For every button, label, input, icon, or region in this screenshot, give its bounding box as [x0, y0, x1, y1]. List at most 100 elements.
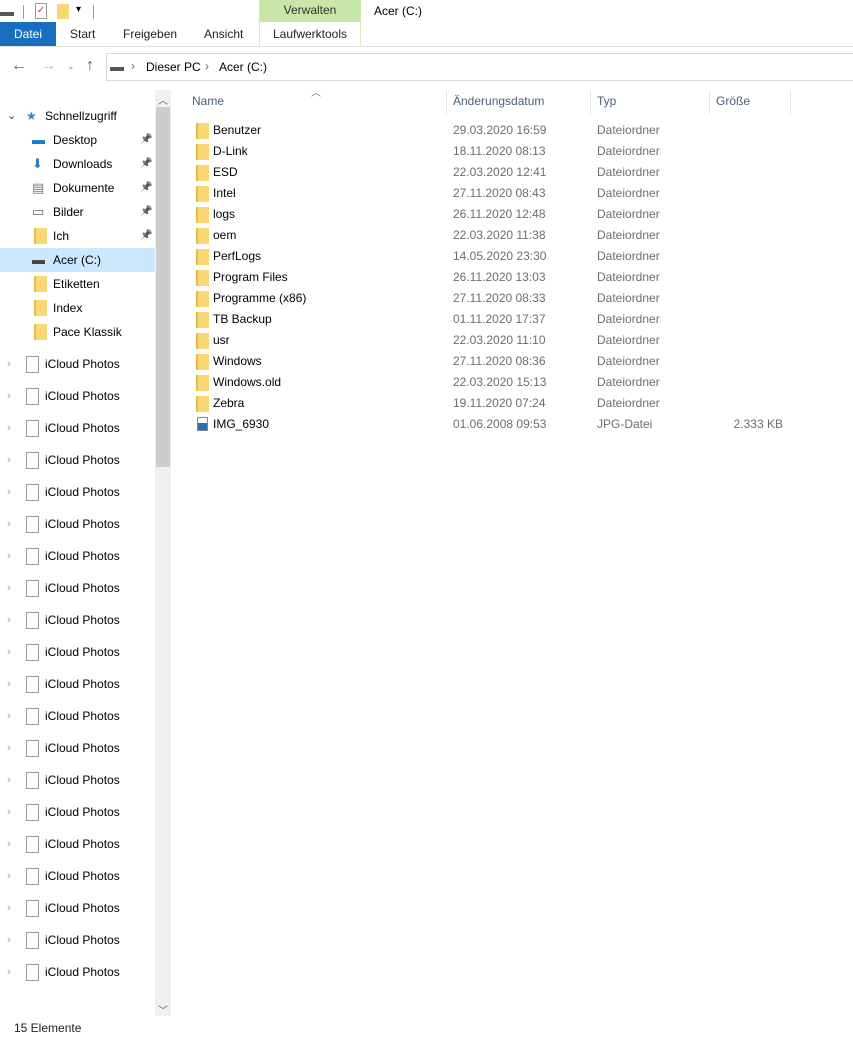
table-row[interactable]: Intel 27.11.2020 08:43 Dateiordner	[190, 183, 790, 204]
pin-icon[interactable]: 📌	[140, 200, 152, 224]
sidebar-item-icloud-photos[interactable]: › iCloud Photos	[0, 736, 155, 760]
table-row[interactable]: IMG_6930 01.06.2008 09:53 JPG-Datei 2.333 K…	[190, 414, 790, 435]
expand-chevron-icon[interactable]: ›	[7, 800, 11, 824]
breadcrumb-dieser-pc[interactable]: Dieser PC	[146, 60, 201, 74]
sidebar-item-icloud-photos[interactable]: › iCloud Photos	[0, 384, 155, 408]
tab-start[interactable]: Start	[70, 22, 95, 46]
expand-chevron-icon[interactable]: ›	[7, 672, 11, 696]
pin-icon[interactable]: 📌	[140, 224, 152, 248]
table-row[interactable]: D-Link 18.11.2020 08:13 Dateiordner	[190, 141, 790, 162]
expand-chevron-icon[interactable]: ›	[7, 448, 11, 472]
table-row[interactable]: Program Files 26.11.2020 13:03 Dateiordner	[190, 267, 790, 288]
table-row[interactable]: Benutzer 29.03.2020 16:59 Dateiordner	[190, 120, 790, 141]
sidebar-item-ich[interactable]: Ich 📌	[0, 224, 155, 248]
sidebar-item-icloud-photos[interactable]: › iCloud Photos	[0, 928, 155, 952]
column-header-date[interactable]: Änderungsdatum	[453, 94, 544, 108]
column-divider[interactable]	[709, 90, 710, 114]
column-divider[interactable]	[446, 90, 447, 114]
expand-chevron-icon[interactable]: ›	[7, 544, 11, 568]
sidebar-item-icloud-photos[interactable]: › iCloud Photos	[0, 352, 155, 376]
table-row[interactable]: Windows.old 22.03.2020 15:13 Dateiordner	[190, 372, 790, 393]
table-row[interactable]: Programme (x86) 27.11.2020 08:33 Dateiordn…	[190, 288, 790, 309]
table-row[interactable]: usr 22.03.2020 11:10 Dateiordner	[190, 330, 790, 351]
scroll-down-icon[interactable]: ﹀	[155, 1002, 171, 1017]
breadcrumb-chevron-icon[interactable]: ›	[131, 59, 135, 73]
sidebar-item-icloud-photos[interactable]: › iCloud Photos	[0, 544, 155, 568]
scroll-up-icon[interactable]: ︿	[155, 92, 171, 107]
drive-icon[interactable]	[0, 6, 14, 16]
sidebar-item-icloud-photos[interactable]: › iCloud Photos	[0, 512, 155, 536]
expand-chevron-icon[interactable]: ›	[7, 736, 11, 760]
sidebar-item-icloud-photos[interactable]: › iCloud Photos	[0, 480, 155, 504]
expand-chevron-icon[interactable]: ›	[7, 640, 11, 664]
expand-chevron-icon[interactable]: ›	[7, 384, 11, 408]
expand-chevron-icon[interactable]: ›	[7, 768, 11, 792]
expand-chevron-icon[interactable]: ›	[7, 896, 11, 920]
sidebar-item-icloud-photos[interactable]: › iCloud Photos	[0, 896, 155, 920]
table-row[interactable]: ESD 22.03.2020 12:41 Dateiordner	[190, 162, 790, 183]
tab-freigeben[interactable]: Freigeben	[123, 22, 177, 46]
sidebar-item-icloud-photos[interactable]: › iCloud Photos	[0, 832, 155, 856]
expand-chevron-icon[interactable]: ›	[7, 864, 11, 888]
scrollbar-thumb[interactable]	[156, 107, 170, 467]
sidebar-item-pace-klassik[interactable]: Pace Klassik	[0, 320, 155, 344]
tab-ansicht[interactable]: Ansicht	[204, 22, 243, 46]
recent-locations-button[interactable]: ⌄	[67, 61, 75, 72]
table-row[interactable]: Zebra 19.11.2020 07:24 Dateiordner	[190, 393, 790, 414]
sidebar-item-icloud-photos[interactable]: › iCloud Photos	[0, 672, 155, 696]
sidebar-item-acer-c[interactable]: ▬ Acer (C:)	[0, 248, 155, 272]
sidebar-item-downloads[interactable]: ⬇ Downloads 📌	[0, 152, 155, 176]
column-divider[interactable]	[590, 90, 591, 114]
sidebar-item-dokumente[interactable]: ▤ Dokumente 📌	[0, 176, 155, 200]
column-header-type[interactable]: Typ	[597, 94, 616, 108]
sidebar-item-bilder[interactable]: ▭ Bilder 📌	[0, 200, 155, 224]
tab-laufwerktools[interactable]: Laufwerktools	[259, 22, 361, 46]
table-row[interactable]: logs 26.11.2020 12:48 Dateiordner	[190, 204, 790, 225]
up-button[interactable]: ↑	[86, 57, 94, 75]
sidebar-item-icloud-photos[interactable]: › iCloud Photos	[0, 448, 155, 472]
forward-button[interactable]: →	[40, 57, 56, 75]
sidebar-item-desktop[interactable]: ▬ Desktop 📌	[0, 128, 155, 152]
sidebar-item-icloud-photos[interactable]: › iCloud Photos	[0, 576, 155, 600]
column-header-size[interactable]: Größe	[716, 94, 750, 108]
pin-icon[interactable]: 📌	[140, 128, 152, 152]
expand-chevron-icon[interactable]: ›	[7, 832, 11, 856]
sidebar-item-icloud-photos[interactable]: › iCloud Photos	[0, 800, 155, 824]
column-divider[interactable]	[790, 90, 791, 114]
table-row[interactable]: Windows 27.11.2020 08:36 Dateiordner	[190, 351, 790, 372]
table-row[interactable]: oem 22.03.2020 11:38 Dateiordner	[190, 225, 790, 246]
properties-icon[interactable]: ✓	[35, 3, 47, 19]
sidebar-item-icloud-photos[interactable]: › iCloud Photos	[0, 768, 155, 792]
sidebar-item-index[interactable]: Index	[0, 296, 155, 320]
sidebar-item-icloud-photos[interactable]: › iCloud Photos	[0, 864, 155, 888]
expand-chevron-icon[interactable]: ›	[7, 960, 11, 984]
breadcrumb-acer[interactable]: Acer (C:)	[219, 60, 267, 74]
pin-icon[interactable]: 📌	[140, 176, 152, 200]
table-row[interactable]: PerfLogs 14.05.2020 23:30 Dateiordner	[190, 246, 790, 267]
sidebar-item-label: iCloud Photos	[45, 389, 120, 403]
back-button[interactable]: ←	[11, 57, 27, 75]
breadcrumb-chevron-icon[interactable]: ›	[205, 59, 209, 73]
sidebar-item-icloud-photos[interactable]: › iCloud Photos	[0, 640, 155, 664]
sidebar-item-icloud-photos[interactable]: › iCloud Photos	[0, 704, 155, 728]
expand-chevron-icon[interactable]: ›	[7, 512, 11, 536]
new-folder-icon[interactable]	[57, 4, 69, 19]
sidebar-item-icloud-photos[interactable]: › iCloud Photos	[0, 960, 155, 984]
expand-chevron-icon[interactable]: ›	[7, 608, 11, 632]
table-row[interactable]: TB Backup 01.11.2020 17:37 Dateiordner	[190, 309, 790, 330]
expand-chevron-icon[interactable]: ›	[7, 352, 11, 376]
collapse-chevron-icon[interactable]: ⌄	[7, 104, 16, 128]
expand-chevron-icon[interactable]: ›	[7, 704, 11, 728]
tab-datei[interactable]: Datei	[0, 22, 56, 46]
sidebar-item-schnellzugriff[interactable]: ⌄ ★ Schnellzugriff	[0, 104, 155, 128]
expand-chevron-icon[interactable]: ›	[7, 416, 11, 440]
expand-chevron-icon[interactable]: ›	[7, 576, 11, 600]
sidebar-item-icloud-photos[interactable]: › iCloud Photos	[0, 416, 155, 440]
sidebar-item-icloud-photos[interactable]: › iCloud Photos	[0, 608, 155, 632]
pin-icon[interactable]: 📌	[140, 152, 152, 176]
sidebar-item-etiketten[interactable]: Etiketten	[0, 272, 155, 296]
expand-chevron-icon[interactable]: ›	[7, 480, 11, 504]
column-header-name[interactable]: Name	[192, 94, 224, 108]
expand-chevron-icon[interactable]: ›	[7, 928, 11, 952]
customize-qat-icon[interactable]: ▾	[76, 4, 81, 15]
